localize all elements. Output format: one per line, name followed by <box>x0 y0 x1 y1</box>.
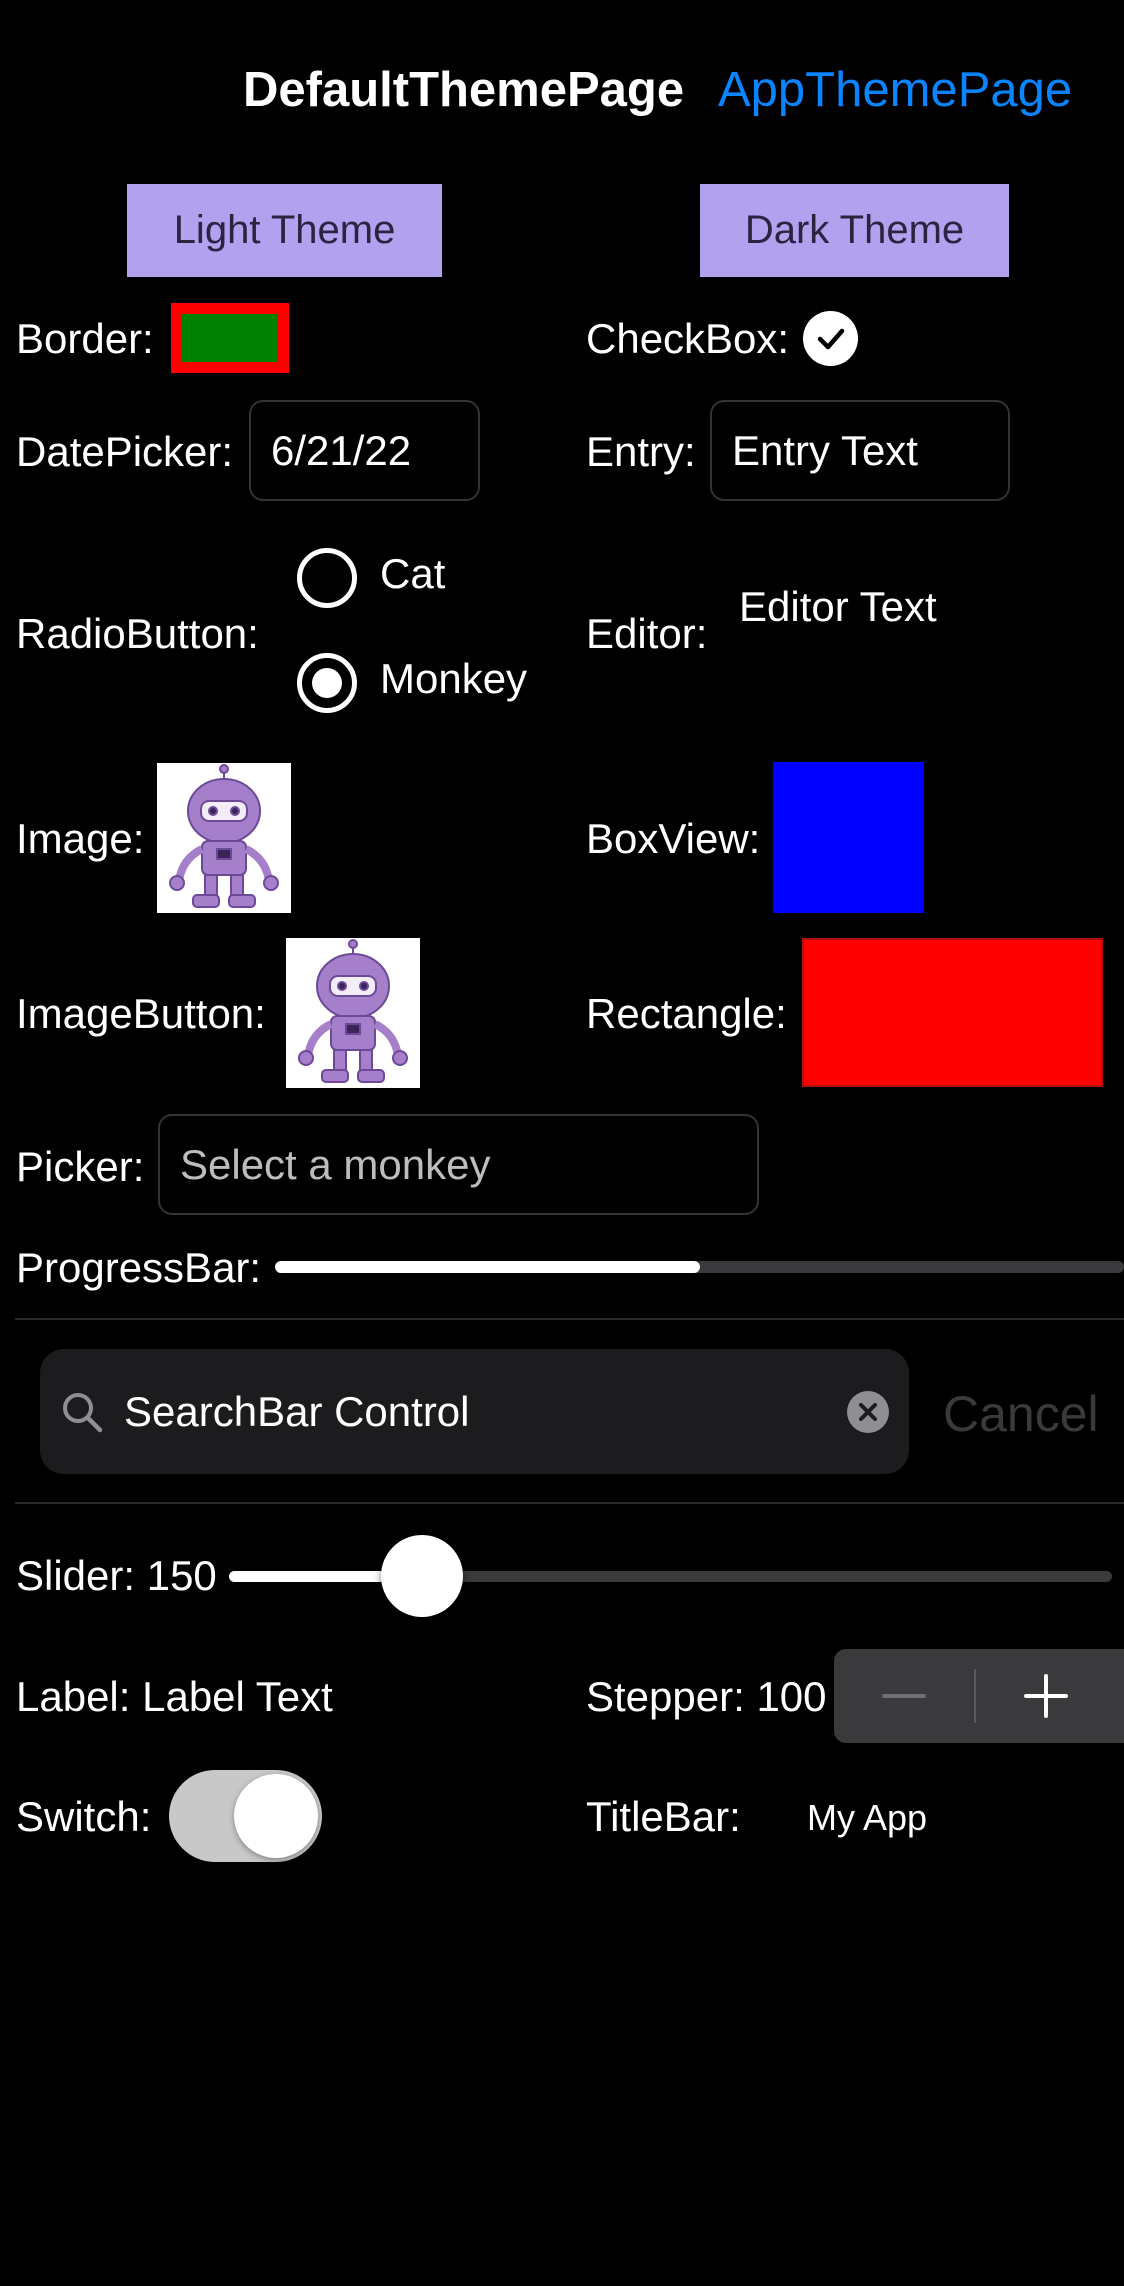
page-title: DefaultThemePage <box>243 63 685 117</box>
separator <box>15 1502 1124 1504</box>
search-cancel-button[interactable]: Cancel <box>943 1385 1099 1443</box>
switch-label: Switch: <box>16 1793 152 1840</box>
searchbar[interactable]: SearchBar Control <box>40 1349 909 1474</box>
nav-link-appthemepage[interactable]: AppThemePage <box>718 62 1072 118</box>
titlebar-label: TitleBar: <box>586 1793 741 1840</box>
picker-label: Picker: <box>16 1143 145 1190</box>
datepicker-label: DatePicker: <box>16 428 234 475</box>
imagebutton-label: ImageButton: <box>16 990 266 1037</box>
progressbar-track <box>275 1261 1124 1273</box>
radio-option-cat-label: Cat <box>380 550 446 597</box>
picker-placeholder: Select a monkey <box>180 1140 491 1188</box>
search-input[interactable]: SearchBar Control <box>124 1388 847 1436</box>
image-label: Image: <box>16 815 145 862</box>
radiobutton-label: RadioButton: <box>16 610 259 657</box>
minus-icon <box>882 1694 926 1698</box>
dotnet-bot-image <box>157 763 291 913</box>
label-text: Label: Label Text <box>16 1673 333 1720</box>
radio-unselected-icon <box>297 548 357 608</box>
radio-option-monkey[interactable] <box>297 653 357 713</box>
clear-search-icon[interactable] <box>847 1390 889 1433</box>
slider-thumb[interactable] <box>381 1535 463 1617</box>
checkmark-icon <box>817 328 844 349</box>
plus-icon <box>1024 1674 1068 1718</box>
progressbar-fill <box>275 1261 700 1273</box>
rectangle-label: Rectangle: <box>586 990 787 1037</box>
border-control <box>171 303 289 373</box>
switch-knob <box>234 1774 318 1858</box>
dotnet-bot-image-button[interactable] <box>286 938 420 1088</box>
search-icon <box>63 1392 103 1432</box>
switch-toggle[interactable] <box>169 1770 322 1862</box>
radio-option-cat[interactable] <box>297 548 357 608</box>
datepicker-field[interactable]: 6/21/22 <box>249 400 480 501</box>
boxview <box>773 762 924 913</box>
stepper-decrement-button[interactable] <box>834 1649 974 1743</box>
border-content <box>182 314 278 362</box>
stepper <box>834 1649 1124 1743</box>
rectangle-shape <box>802 938 1103 1087</box>
boxview-label: BoxView: <box>586 815 761 862</box>
radio-option-monkey-label: Monkey <box>380 655 528 702</box>
editor-field[interactable]: Editor Text <box>739 586 937 628</box>
checkbox-label: CheckBox: <box>586 315 790 362</box>
stepper-label: Stepper: 100 <box>586 1673 827 1720</box>
light-theme-button[interactable]: Light Theme <box>127 184 442 277</box>
checkbox[interactable] <box>803 311 858 366</box>
stepper-increment-button[interactable] <box>976 1649 1116 1743</box>
slider-label: Slider: 150 <box>16 1552 217 1599</box>
dark-theme-button[interactable]: Dark Theme <box>700 184 1009 277</box>
entry-label: Entry: <box>586 428 696 475</box>
border-label: Border: <box>16 315 154 362</box>
editor-label: Editor: <box>586 610 708 657</box>
entry-field[interactable]: Entry Text <box>710 400 1010 501</box>
picker-field[interactable]: Select a monkey <box>158 1114 759 1215</box>
separator <box>15 1318 1124 1320</box>
titlebar-title: My App <box>807 1797 928 1838</box>
progressbar-label: ProgressBar: <box>16 1244 262 1291</box>
radio-selected-icon <box>297 653 357 713</box>
